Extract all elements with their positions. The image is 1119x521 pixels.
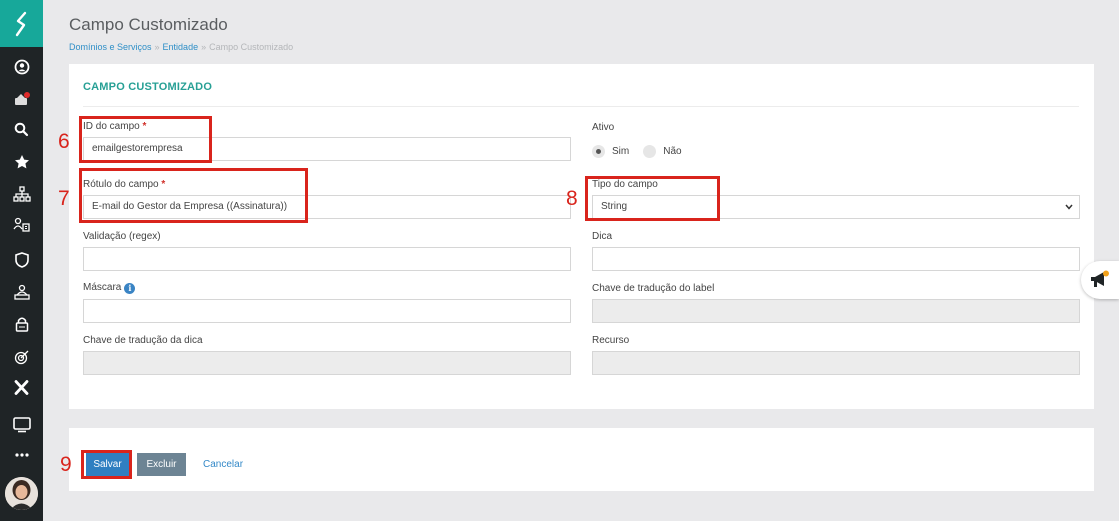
annotation-number-8: 8: [566, 187, 578, 210]
dica-field-label: Dica: [592, 231, 613, 242]
avatar-icon: [5, 477, 38, 510]
notifications-icon[interactable]: [0, 84, 43, 114]
annotation-number-7: 7: [58, 187, 70, 210]
delete-button[interactable]: Excluir: [137, 453, 186, 476]
more-options-icon[interactable]: [0, 440, 43, 470]
star-icon[interactable]: [0, 147, 43, 177]
ativo-label: Ativo: [592, 122, 615, 133]
radio-nao[interactable]: [643, 145, 657, 158]
network-users-icon[interactable]: [0, 277, 43, 307]
recurso-field-input: [592, 351, 1080, 375]
org-chart-icon[interactable]: [0, 179, 43, 209]
breadcrumb-separator: »: [201, 42, 207, 52]
announcement-button[interactable]: [1081, 261, 1119, 299]
annotation-box-9: [81, 450, 132, 479]
validacao-field-label: Validação (regex): [83, 231, 161, 242]
ativo-radio-group: Sim Não: [592, 145, 696, 158]
chave-label-field-input: [592, 299, 1080, 323]
user-avatar[interactable]: [5, 477, 38, 510]
breadcrumb: Domínios e Serviços» Entidade» Campo Custo…: [69, 42, 293, 52]
annotation-number-6: 6: [58, 130, 70, 153]
annotation-box-6: [79, 116, 212, 163]
dica-field-input[interactable]: [592, 247, 1080, 271]
annotation-box-8: [585, 176, 720, 221]
radio-sim-label: Sim: [612, 146, 630, 157]
chave-dica-field-input: [83, 351, 571, 375]
section-title: CAMPO CUSTOMIZADO: [83, 81, 213, 93]
breadcrumb-entidade[interactable]: Entidade: [163, 42, 199, 52]
x-icon[interactable]: [0, 372, 43, 402]
info-icon[interactable]: i: [124, 283, 136, 294]
logo-icon: [15, 11, 26, 36]
validacao-field-input[interactable]: [83, 247, 571, 271]
radio-sim[interactable]: [592, 145, 605, 158]
annotation-box-7: [79, 168, 308, 223]
users-settings-icon[interactable]: [0, 210, 43, 240]
shield-icon[interactable]: [0, 245, 43, 275]
sidebar: [0, 0, 43, 521]
breadcrumb-separator: »: [154, 42, 160, 52]
chave-label-field-label: Chave de tradução do label: [592, 283, 715, 294]
search-icon[interactable]: [0, 114, 43, 144]
user-circle-icon[interactable]: [0, 52, 43, 82]
megaphone-icon: [1091, 270, 1109, 287]
form-card: CAMPO CUSTOMIZADO ID do campo * emailges…: [69, 64, 1094, 409]
breadcrumb-current: Campo Customizado: [209, 42, 294, 52]
monitor-icon[interactable]: [0, 410, 43, 440]
mascara-field-label: Máscara i: [83, 282, 136, 294]
chevron-down-icon: [1065, 204, 1073, 210]
lock-icon[interactable]: [0, 309, 43, 339]
page-title: Campo Customizado: [69, 15, 228, 34]
chave-dica-field-label: Chave de tradução da dica: [83, 335, 203, 346]
annotation-number-9: 9: [60, 453, 72, 476]
target-icon[interactable]: [0, 342, 43, 372]
radio-nao-label: Não: [663, 146, 682, 157]
mascara-field-input[interactable]: [83, 299, 571, 323]
app-logo[interactable]: [0, 0, 43, 47]
breadcrumb-dominios[interactable]: Domínios e Serviços: [69, 42, 152, 52]
section-divider: [83, 106, 1079, 107]
cancel-link[interactable]: Cancelar: [203, 459, 243, 470]
recurso-field-label: Recurso: [592, 335, 630, 346]
